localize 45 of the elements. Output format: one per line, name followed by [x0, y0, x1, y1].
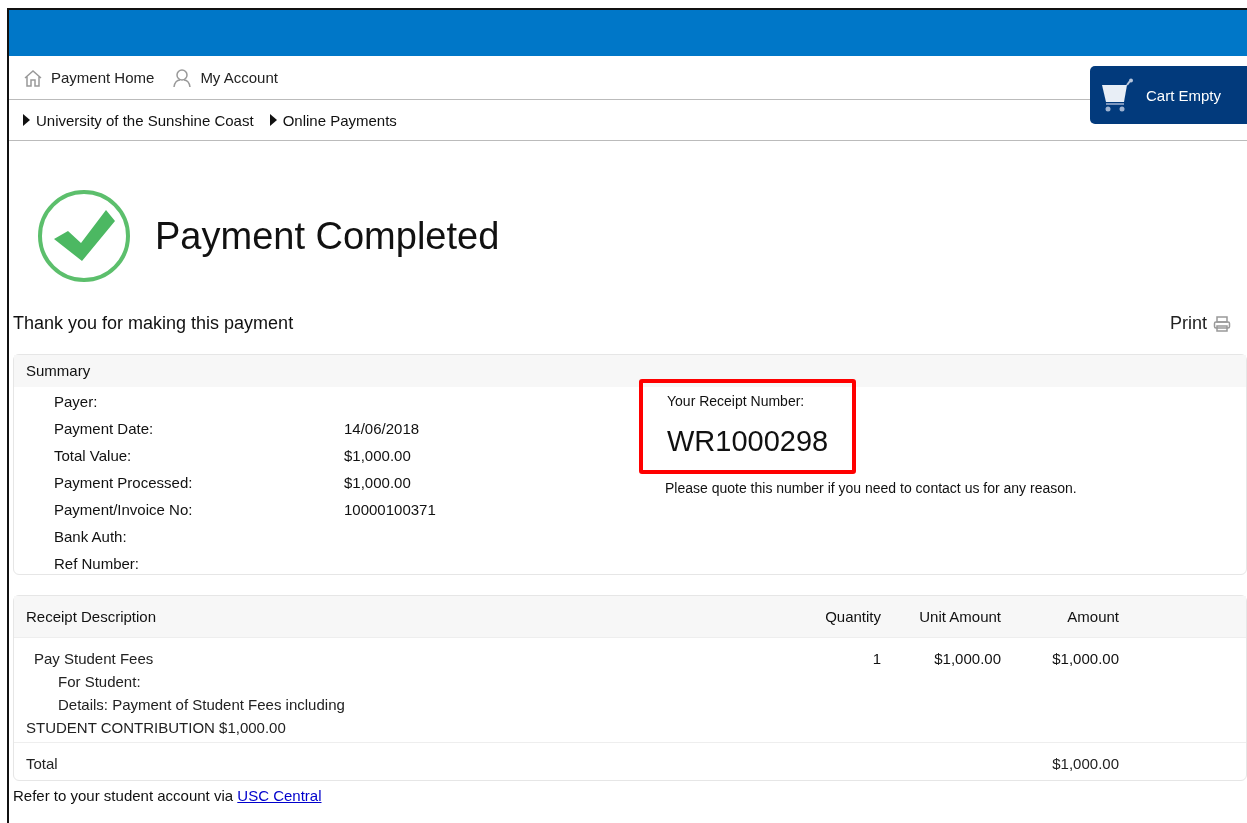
check-circle-icon	[37, 189, 131, 283]
column-header: Unit Amount	[919, 608, 1001, 625]
breadcrumb-link[interactable]: University of the Sunshine Coast	[23, 111, 254, 129]
nav-link[interactable]: Payment Home	[23, 67, 155, 88]
table-cell: $1,000.00	[934, 650, 1001, 667]
usc-central-link[interactable]: USC Central	[237, 787, 322, 804]
user-icon	[172, 67, 193, 88]
item-description-line: Details: Payment of Student Fees including	[58, 696, 345, 713]
home-icon	[23, 67, 43, 88]
field-value: 10000100371	[344, 501, 437, 518]
total-label: Total	[26, 755, 59, 772]
field-value: $1,000.00	[344, 447, 412, 464]
field-label: Total Value:	[54, 447, 133, 464]
column-header: Receipt Description	[26, 608, 158, 625]
table-cell: 1	[872, 650, 881, 667]
field-label: Payer:	[54, 393, 99, 410]
thank-you-message: Thank you for making this payment	[13, 313, 294, 334]
print-button[interactable]: Print	[1170, 313, 1231, 334]
triangle-icon	[269, 114, 277, 126]
field-value: 14/06/2018	[344, 420, 421, 437]
field-label: Bank Auth:	[54, 528, 128, 545]
cart-icon	[1100, 78, 1136, 112]
receipt-label: Your Receipt Number:	[667, 393, 806, 409]
printer-icon	[1213, 314, 1231, 333]
summary-title: Summary	[26, 362, 91, 379]
breadcrumb-link[interactable]: Online Payments	[269, 111, 397, 129]
item-description-line: Pay Student Fees	[34, 650, 154, 667]
nav-link[interactable]: My Account	[172, 67, 278, 88]
page-title: Payment Completed	[155, 214, 500, 258]
field-label: Payment Date:	[54, 420, 155, 437]
field-value: $1,000.00	[344, 474, 412, 491]
footer-text: Refer to your student account via USC Central	[12, 786, 323, 804]
receipt-number: WR1000298	[667, 425, 829, 458]
total-amount: $1,000.00	[1052, 755, 1119, 772]
item-description-line: For Student:	[58, 673, 141, 690]
column-header: Quantity	[825, 608, 881, 625]
field-label: Payment Processed:	[54, 474, 194, 491]
cart-button[interactable]: Cart Empty	[1090, 66, 1247, 124]
triangle-icon	[23, 114, 30, 126]
table-cell: $1,000.00	[1052, 650, 1119, 667]
column-header: Amount	[1067, 608, 1119, 625]
item-description-line: STUDENT CONTRIBUTION $1,000.00	[26, 719, 286, 736]
receipt-note: Please quote this number if you need to contact us for any reason.	[665, 480, 1078, 496]
field-label: Payment/Invoice No:	[54, 501, 194, 518]
field-label: Ref Number:	[54, 555, 141, 572]
